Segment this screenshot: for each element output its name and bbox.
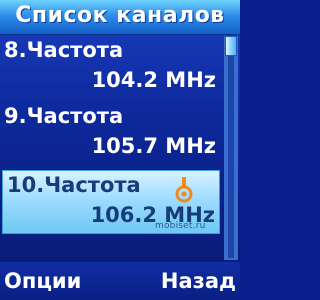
channel-frequency: 104.2 MHz xyxy=(91,68,216,92)
channel-name: 9.Частота xyxy=(4,104,124,128)
page-title: Список каналов xyxy=(15,3,225,28)
channel-item-8[interactable]: 8.Частота 104.2 MHz xyxy=(0,36,220,100)
channel-item-10-selected[interactable]: 10.Частота mobiset.ru 106.2 MHz xyxy=(2,170,220,234)
channel-name: 10.Частота xyxy=(7,173,141,197)
options-softkey[interactable]: Опции xyxy=(4,269,81,293)
channel-frequency: 105.7 MHz xyxy=(91,134,216,158)
title-bar: Список каналов xyxy=(0,0,240,35)
scroll-track xyxy=(228,38,234,258)
back-softkey[interactable]: Назад xyxy=(161,269,236,293)
channel-list: 8.Частота 104.2 MHz 9.Частота 105.7 MHz … xyxy=(0,34,240,262)
channel-name: 8.Частота xyxy=(4,38,124,62)
scrollbar[interactable] xyxy=(224,36,238,260)
scroll-thumb[interactable] xyxy=(225,36,237,56)
channel-item-9[interactable]: 9.Частота 105.7 MHz xyxy=(0,102,220,166)
channel-frequency: 106.2 MHz xyxy=(90,203,215,227)
radio-icon xyxy=(175,177,193,203)
softkey-bar: Опции Назад xyxy=(0,262,240,300)
phone-screen: Список каналов 8.Частота 104.2 MHz 9.Час… xyxy=(0,0,240,300)
